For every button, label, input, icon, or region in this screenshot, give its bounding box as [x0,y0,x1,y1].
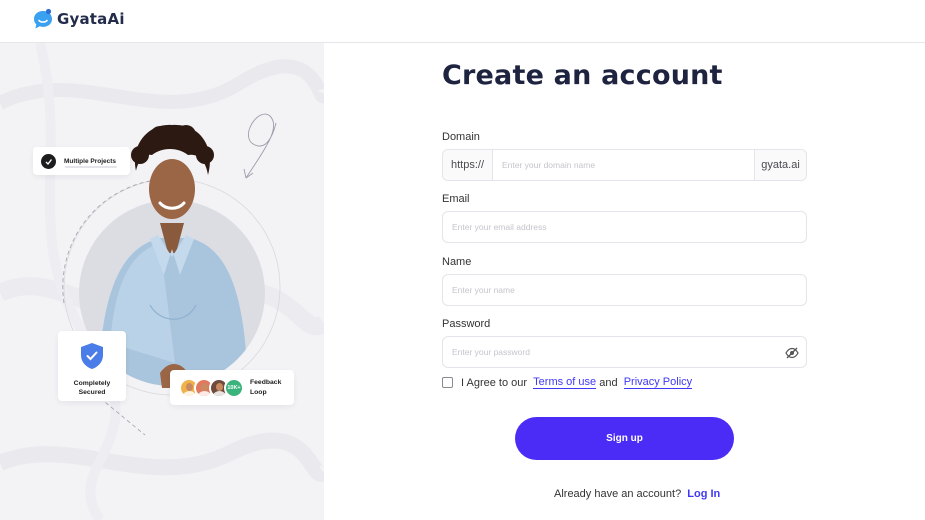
email-label: Email [442,193,470,205]
person-illustration [79,124,265,388]
password-field [442,336,807,368]
agree-and: and [599,376,618,389]
chat-bubble-logo-icon [33,8,53,30]
multiple-projects-card: Multiple Projects [33,147,130,175]
password-label: Password [442,318,491,330]
terms-link[interactable]: Terms of use [533,376,597,389]
brand-logo[interactable]: GyataAi [33,8,125,30]
illustration-panel: Multiple Projects Completely Secured 10K… [0,43,324,520]
projects-label: Multiple Projects [64,157,117,165]
feedback-line1: Feedback [250,378,282,386]
name-label: Name [442,256,472,268]
feedback-line2: Loop [250,388,267,396]
brand-name: GyataAi [57,10,125,28]
page-title: Create an account [442,60,723,91]
eye-off-icon[interactable] [785,346,799,359]
email-field [442,211,807,243]
domain-field: https:// gyata.ai [442,149,807,181]
top-header: GyataAi [0,0,925,43]
agree-checkbox[interactable] [442,377,453,388]
domain-label: Domain [442,131,480,143]
log-in-link[interactable]: Log In [687,488,720,500]
avatar-group: 10K+ [179,377,244,398]
avatar-count-badge: 10K+ [224,377,244,398]
domain-suffix: gyata.ai [754,150,806,180]
name-input[interactable] [443,275,806,305]
projects-underline [65,166,117,168]
shield-check-icon [79,343,105,374]
domain-input[interactable] [493,150,754,180]
login-prompt: Already have an account? Log In [554,488,720,500]
email-input[interactable] [443,212,806,242]
secured-line2: Secured [78,389,106,396]
name-field [442,274,807,306]
sign-up-button[interactable]: Sign up [515,417,734,460]
password-input[interactable] [443,337,806,367]
login-text: Already have an account? [554,488,682,500]
projects-icon [41,153,56,169]
agree-text: I Agree to our [461,376,528,389]
feedback-loop-card: 10K+ Feedback Loop [170,370,294,405]
secured-line1: Completely [73,380,111,387]
domain-prefix: https:// [443,150,493,180]
completely-secured-card: Completely Secured [58,331,126,401]
terms-agreement: I Agree to our Terms of use and Privacy … [442,376,693,389]
privacy-link[interactable]: Privacy Policy [623,376,693,389]
